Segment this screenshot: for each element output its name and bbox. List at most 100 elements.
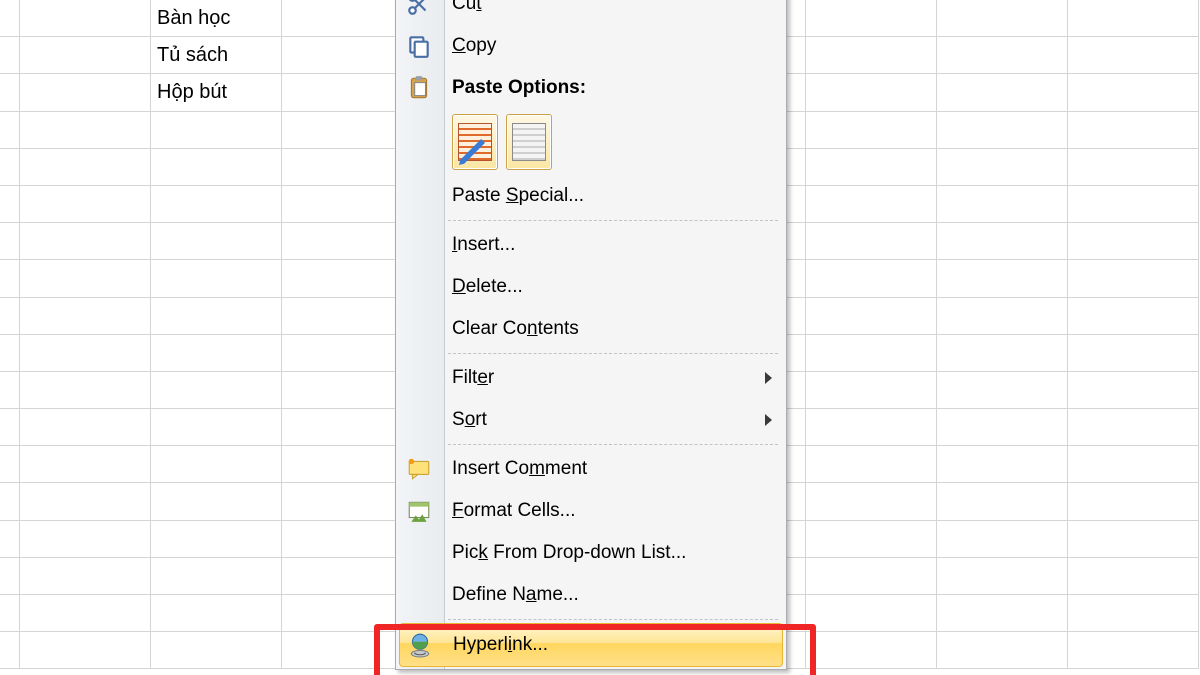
cell[interactable] — [0, 74, 20, 111]
cell[interactable] — [282, 186, 413, 223]
menu-item-filter[interactable]: Filter — [396, 357, 786, 399]
cell[interactable] — [20, 223, 151, 260]
menu-item-cut[interactable]: Cut — [396, 0, 786, 25]
cell[interactable] — [1068, 632, 1199, 669]
cell[interactable] — [0, 446, 20, 483]
cell[interactable] — [1068, 335, 1199, 372]
cell[interactable] — [20, 186, 151, 223]
cell[interactable] — [282, 112, 413, 149]
cell[interactable] — [20, 37, 151, 74]
cell[interactable] — [806, 335, 937, 372]
cell[interactable] — [1068, 186, 1199, 223]
menu-item-delete[interactable]: Delete... — [396, 266, 786, 308]
cell[interactable] — [806, 260, 937, 297]
cell[interactable] — [282, 483, 413, 520]
cell[interactable] — [20, 521, 151, 558]
cell[interactable] — [806, 446, 937, 483]
cell[interactable] — [282, 260, 413, 297]
cell[interactable] — [1068, 74, 1199, 111]
cell[interactable] — [282, 74, 413, 111]
cell[interactable] — [1068, 521, 1199, 558]
cell[interactable] — [0, 595, 20, 632]
cell[interactable] — [0, 298, 20, 335]
cell[interactable] — [937, 483, 1068, 520]
cell[interactable] — [20, 372, 151, 409]
cell[interactable] — [0, 112, 20, 149]
cell[interactable] — [151, 632, 282, 669]
cell[interactable] — [151, 260, 282, 297]
cell[interactable] — [0, 149, 20, 186]
cell[interactable] — [282, 223, 413, 260]
cell[interactable] — [151, 521, 282, 558]
cell[interactable] — [0, 483, 20, 520]
cell[interactable] — [806, 595, 937, 632]
cell[interactable] — [937, 112, 1068, 149]
cell[interactable] — [151, 483, 282, 520]
cell[interactable] — [806, 632, 937, 669]
cell[interactable] — [20, 74, 151, 111]
cell[interactable]: Bàn học — [151, 0, 282, 37]
menu-item-sort[interactable]: Sort — [396, 399, 786, 441]
cell[interactable] — [20, 335, 151, 372]
cell[interactable] — [0, 0, 20, 37]
cell[interactable] — [1068, 595, 1199, 632]
cell[interactable] — [937, 521, 1068, 558]
cell[interactable] — [806, 0, 937, 37]
cell[interactable] — [20, 0, 151, 37]
cell[interactable] — [806, 112, 937, 149]
cell[interactable] — [806, 223, 937, 260]
cell[interactable] — [151, 149, 282, 186]
cell[interactable] — [937, 446, 1068, 483]
cell[interactable] — [806, 74, 937, 111]
cell[interactable] — [282, 409, 413, 446]
cell[interactable] — [151, 335, 282, 372]
cell[interactable] — [0, 223, 20, 260]
cell[interactable] — [151, 186, 282, 223]
cell[interactable] — [282, 595, 413, 632]
menu-item-insert[interactable]: Insert... — [396, 224, 786, 266]
cell[interactable] — [282, 558, 413, 595]
cell[interactable] — [282, 0, 413, 37]
cell[interactable] — [1068, 558, 1199, 595]
cell[interactable] — [0, 632, 20, 669]
cell[interactable] — [20, 558, 151, 595]
cell[interactable] — [806, 149, 937, 186]
cell[interactable] — [806, 558, 937, 595]
cell[interactable] — [937, 0, 1068, 37]
cell[interactable] — [1068, 112, 1199, 149]
cell[interactable] — [937, 409, 1068, 446]
cell[interactable] — [937, 186, 1068, 223]
cell[interactable] — [151, 372, 282, 409]
cell[interactable] — [806, 37, 937, 74]
cell[interactable] — [0, 558, 20, 595]
cell[interactable] — [806, 483, 937, 520]
cell[interactable] — [20, 149, 151, 186]
cell[interactable] — [1068, 260, 1199, 297]
cell[interactable] — [282, 335, 413, 372]
cell[interactable] — [151, 595, 282, 632]
cell[interactable] — [0, 372, 20, 409]
menu-item-insert-comment[interactable]: Insert Comment — [396, 448, 786, 490]
cell[interactable] — [1068, 149, 1199, 186]
cell[interactable] — [0, 37, 20, 74]
cell[interactable] — [806, 372, 937, 409]
cell[interactable] — [151, 409, 282, 446]
paste-keep-formatting-icon[interactable] — [452, 114, 498, 170]
cell[interactable] — [282, 298, 413, 335]
menu-item-hyperlink[interactable]: Hyperlink... — [399, 623, 783, 667]
cell[interactable] — [0, 335, 20, 372]
menu-item-format-cells[interactable]: Format Cells... — [396, 490, 786, 532]
cell[interactable] — [1068, 298, 1199, 335]
cell[interactable] — [151, 223, 282, 260]
cell[interactable] — [0, 260, 20, 297]
cell[interactable] — [937, 223, 1068, 260]
cell[interactable] — [937, 372, 1068, 409]
cell[interactable] — [937, 558, 1068, 595]
cell[interactable] — [1068, 446, 1199, 483]
cell[interactable] — [937, 149, 1068, 186]
cell[interactable] — [151, 558, 282, 595]
cell[interactable] — [937, 595, 1068, 632]
cell[interactable] — [20, 595, 151, 632]
cell[interactable] — [937, 37, 1068, 74]
menu-item-clear-contents[interactable]: Clear Contents — [396, 308, 786, 350]
